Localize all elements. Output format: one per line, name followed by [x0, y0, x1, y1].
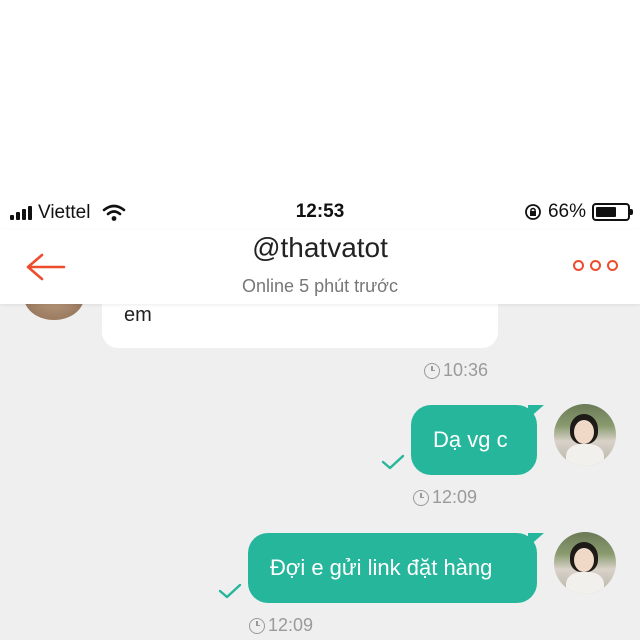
more-dots-icon[interactable]: [573, 260, 618, 271]
clock-icon: [424, 362, 440, 379]
avatar[interactable]: [554, 532, 616, 594]
battery-fill: [596, 207, 616, 217]
battery-icon: [592, 203, 633, 221]
battery-percent: 66%: [547, 201, 586, 222]
time-label: 10:36: [443, 360, 489, 380]
message-time: 10:36: [424, 360, 488, 381]
time-label: 12:09: [268, 615, 314, 635]
avatar[interactable]: [24, 304, 84, 320]
message-text: Dạ vg c: [433, 427, 508, 452]
rotation-lock-icon: [525, 204, 541, 220]
avatar[interactable]: [554, 404, 616, 466]
outgoing-message: Đợi e gửi link đặt hàng: [248, 533, 544, 603]
outgoing-message: Dạ vg c: [411, 405, 544, 475]
bubble-tail: [528, 533, 544, 547]
message-text: em: [124, 304, 152, 326]
status-right: 66%: [524, 201, 633, 223]
check-icon: [218, 583, 242, 599]
message-time: 12:09: [413, 487, 477, 508]
check-icon: [381, 454, 405, 470]
blank-area: [0, 0, 640, 196]
message-list[interactable]: em 10:36 Dạ vg c 12:09 Đợi e gửi link đặ…: [0, 304, 640, 640]
chat-title: @thatvatot: [252, 232, 388, 263]
status-bar: Viettel 12:53 66%: [0, 196, 640, 230]
online-status: Online 5 phút trước: [242, 276, 398, 296]
chat-header: @thatvatot Online 5 phút trước: [0, 230, 640, 304]
incoming-message: em: [102, 304, 498, 348]
message-time: 12:09: [249, 615, 313, 636]
clock-icon: [413, 489, 429, 506]
time-label: 12:09: [432, 487, 478, 507]
clock-icon: [249, 617, 265, 634]
bubble-tail: [528, 405, 544, 419]
message-text: Đợi e gửi link đặt hàng: [270, 555, 493, 580]
